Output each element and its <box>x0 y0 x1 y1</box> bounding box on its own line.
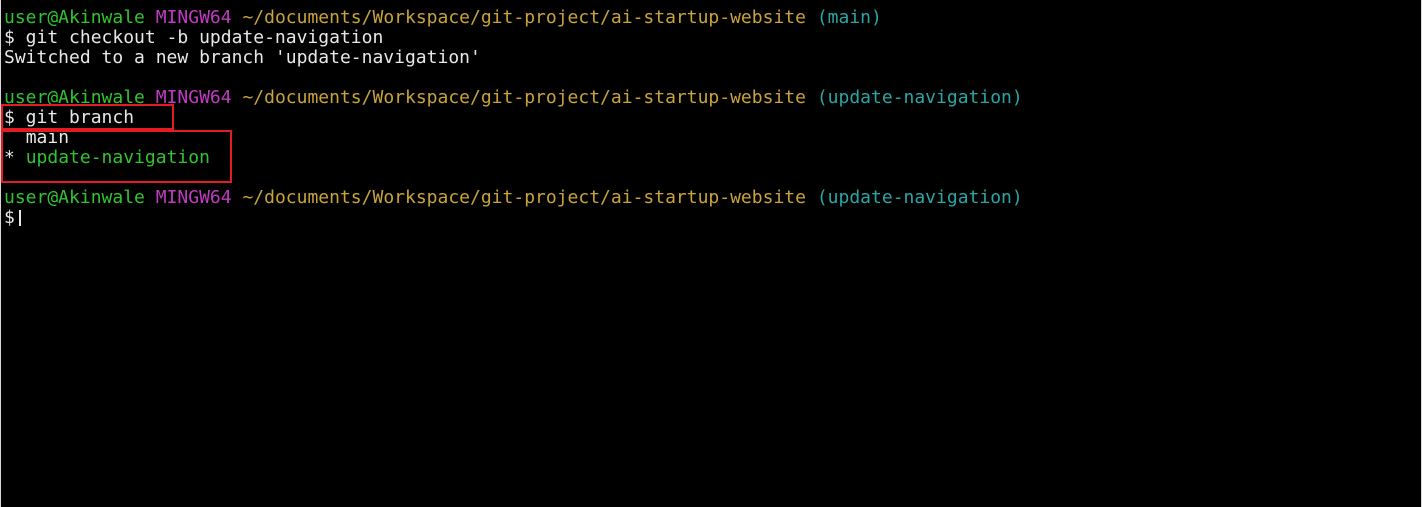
prompt-path: ~/documents/Workspace/git-project/ai-sta… <box>242 7 806 28</box>
prompt-branch: (main) <box>816 7 882 28</box>
command-line: $ git checkout -b update-navigation <box>4 27 384 48</box>
terminal-output: user@Akinwale MINGW64 ~/documents/Worksp… <box>4 8 1422 228</box>
prompt-path: ~/documents/Workspace/git-project/ai-sta… <box>242 187 806 208</box>
highlight-box-branch-list <box>1 130 232 183</box>
text-cursor <box>18 210 21 226</box>
prompt-user: user@Akinwale <box>4 187 145 208</box>
prompt-symbol: $ <box>4 207 15 228</box>
prompt-host: MINGW64 <box>155 187 232 208</box>
prompt-path: ~/documents/Workspace/git-project/ai-sta… <box>242 87 806 108</box>
prompt-branch: (update-navigation) <box>816 87 1023 108</box>
prompt-host: MINGW64 <box>155 7 232 28</box>
window-left-border <box>0 0 1 507</box>
command-line: $ git branch <box>4 107 135 128</box>
terminal-window[interactable]: user@Akinwale MINGW64 ~/documents/Worksp… <box>0 0 1422 507</box>
active-command-line[interactable]: $ <box>4 208 1422 228</box>
prompt-line: user@Akinwale MINGW64 ~/documents/Worksp… <box>4 8 1422 28</box>
highlight-box-git-branch-command <box>1 104 174 130</box>
prompt-branch: (update-navigation) <box>816 187 1023 208</box>
prompt-user: user@Akinwale <box>4 7 145 28</box>
prompt-line: user@Akinwale MINGW64 ~/documents/Worksp… <box>4 188 1422 208</box>
prompt-line: user@Akinwale MINGW64 ~/documents/Worksp… <box>4 88 1422 108</box>
command-output: Switched to a new branch 'update-navigat… <box>4 47 481 68</box>
